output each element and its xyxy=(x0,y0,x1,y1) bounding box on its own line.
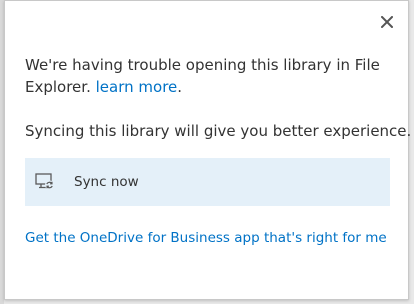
get-onedrive-app-link[interactable]: Get the OneDrive for Business app that's… xyxy=(25,230,387,246)
close-button[interactable] xyxy=(376,11,398,33)
sync-suggestion-text: Syncing this library will give you bette… xyxy=(25,122,412,140)
error-message-suffix: . xyxy=(177,78,183,96)
error-message: We're having trouble opening this librar… xyxy=(25,54,395,98)
close-icon xyxy=(381,16,393,28)
monitor-sync-icon xyxy=(34,171,56,193)
sync-now-button[interactable]: Sync now xyxy=(25,158,390,206)
open-library-dialog: We're having trouble opening this librar… xyxy=(4,0,412,300)
learn-more-link[interactable]: learn more xyxy=(96,78,178,96)
sync-now-label: Sync now xyxy=(74,174,139,190)
error-message-text: We're having trouble opening this librar… xyxy=(25,56,380,96)
